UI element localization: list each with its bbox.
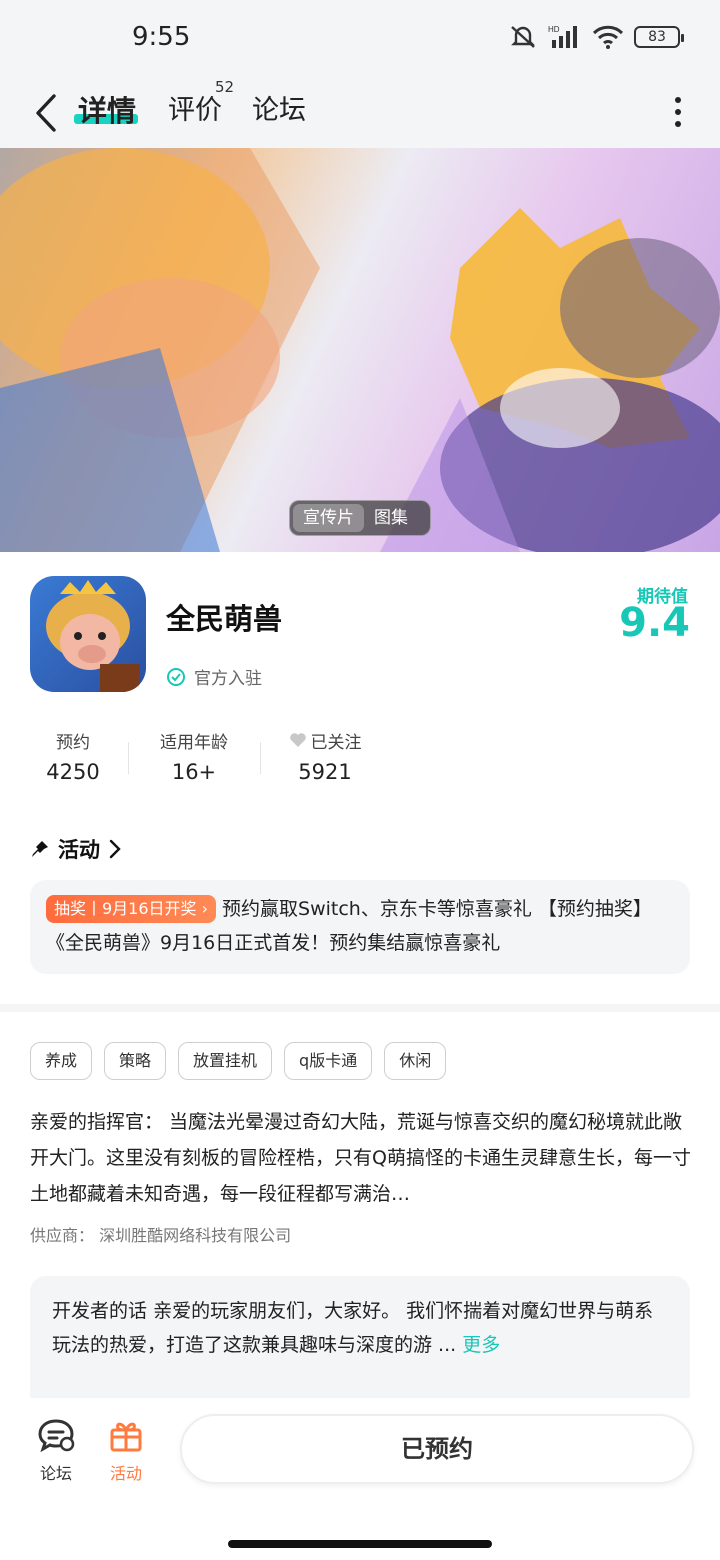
developer-note-title: 开发者的话 [52, 1300, 148, 1322]
heart-icon [289, 733, 306, 747]
battery-indicator: 83 [634, 26, 684, 48]
gallery-toggle[interactable]: 图集 [364, 504, 418, 532]
bottom-activity-button[interactable]: 活动 [96, 1418, 156, 1484]
chevron-right-icon [109, 839, 121, 859]
stat-label: 已关注 [310, 732, 362, 753]
media-toggle: 宣传片 图集 [289, 500, 431, 536]
app-icon [30, 576, 146, 692]
hero-media[interactable]: 宣传片 图集 [0, 148, 720, 552]
status-time: 9:55 [132, 22, 191, 52]
stat-label-row: 已关注 [280, 728, 370, 753]
stat-label: 预约 [56, 732, 90, 753]
supplier-info: 供应商： 深圳胜酷网络科技有限公司 [30, 1226, 292, 1245]
game-description[interactable]: 亲爱的指挥官： 当魔法光晕漫过奇幻大陆，荒诞与惊喜交织的魔幻秘境就此敞开大门。这… [30, 1104, 692, 1212]
svg-text:HD: HD [548, 25, 560, 34]
tag-item[interactable]: q版卡通 [284, 1042, 373, 1080]
stat-reservations: 预约 4250 [30, 728, 116, 785]
home-indicator[interactable] [228, 1540, 492, 1548]
tab-details[interactable]: 详情 [78, 88, 136, 130]
lottery-badge-label: 抽奖丨9月16日开奖 [54, 899, 197, 918]
wifi-icon [592, 25, 624, 49]
tab-reviews[interactable]: 评价 [168, 88, 222, 127]
stat-value: 16+ [171, 760, 217, 784]
tab-forum[interactable]: 论坛 [252, 88, 306, 127]
top-nav: 详情 评价 52 论坛 [0, 78, 720, 148]
verified-badge: 官方入驻 [166, 664, 262, 689]
reserved-button[interactable]: 已预约 [180, 1414, 694, 1484]
stat-followers[interactable]: 已关注 5921 [280, 728, 370, 784]
review-count-badge: 52 [215, 78, 235, 96]
app-name: 全民萌兽 [166, 602, 283, 636]
back-arrow-icon[interactable] [28, 88, 68, 138]
bottom-forum-label: 论坛 [39, 1464, 72, 1483]
stat-divider [260, 742, 261, 774]
stat-age-rating: 适用年龄 16+ [150, 728, 238, 785]
more-options-icon[interactable] [670, 92, 686, 132]
stat-value: 4250 [46, 760, 100, 784]
pin-icon [32, 841, 48, 857]
activity-card[interactable]: 抽奖丨9月16日开奖 › 预约赢取Switch、京东卡等惊喜豪礼 【预约抽奖】《全… [30, 880, 690, 974]
forum-icon [38, 1419, 75, 1453]
expect-score: 9.4 [619, 600, 690, 646]
tag-item[interactable]: 策略 [104, 1042, 167, 1080]
developer-note-card[interactable]: 开发者的话 亲爱的玩家朋友们，大家好。 我们怀揣着对魔幻世界与萌系玩法的热爱，打… [30, 1276, 690, 1416]
stat-value: 5921 [298, 760, 352, 784]
hero-artwork [0, 148, 720, 552]
activity-title: 活动 [58, 838, 100, 862]
bottom-action-bar: 论坛 活动 已预约 [0, 1398, 720, 1560]
verified-check-icon [167, 667, 185, 686]
stat-divider [128, 742, 129, 774]
status-bar: 9:55 HD 83 [0, 0, 720, 78]
status-icons: HD 83 [508, 24, 684, 50]
signal-icon: HD [548, 25, 577, 48]
activity-section-header[interactable]: 活动 [30, 834, 122, 864]
bottom-activity-label: 活动 [109, 1464, 142, 1483]
tag-list: 养成 策略 放置挂机 q版卡通 休闲 [30, 1042, 447, 1080]
tag-item[interactable]: 放置挂机 [178, 1042, 273, 1080]
more-link[interactable]: 更多 [462, 1334, 500, 1356]
lottery-badge: 抽奖丨9月16日开奖 › [46, 895, 217, 923]
mute-bell-icon [511, 26, 535, 48]
tag-item[interactable]: 养成 [30, 1042, 93, 1080]
section-separator [0, 1004, 720, 1012]
stat-label: 适用年龄 [160, 732, 228, 753]
verified-label: 官方入驻 [194, 669, 262, 689]
gift-icon [110, 1422, 142, 1452]
tag-item[interactable]: 休闲 [384, 1042, 447, 1080]
video-toggle[interactable]: 宣传片 [293, 504, 364, 532]
bottom-forum-button[interactable]: 论坛 [26, 1418, 86, 1484]
